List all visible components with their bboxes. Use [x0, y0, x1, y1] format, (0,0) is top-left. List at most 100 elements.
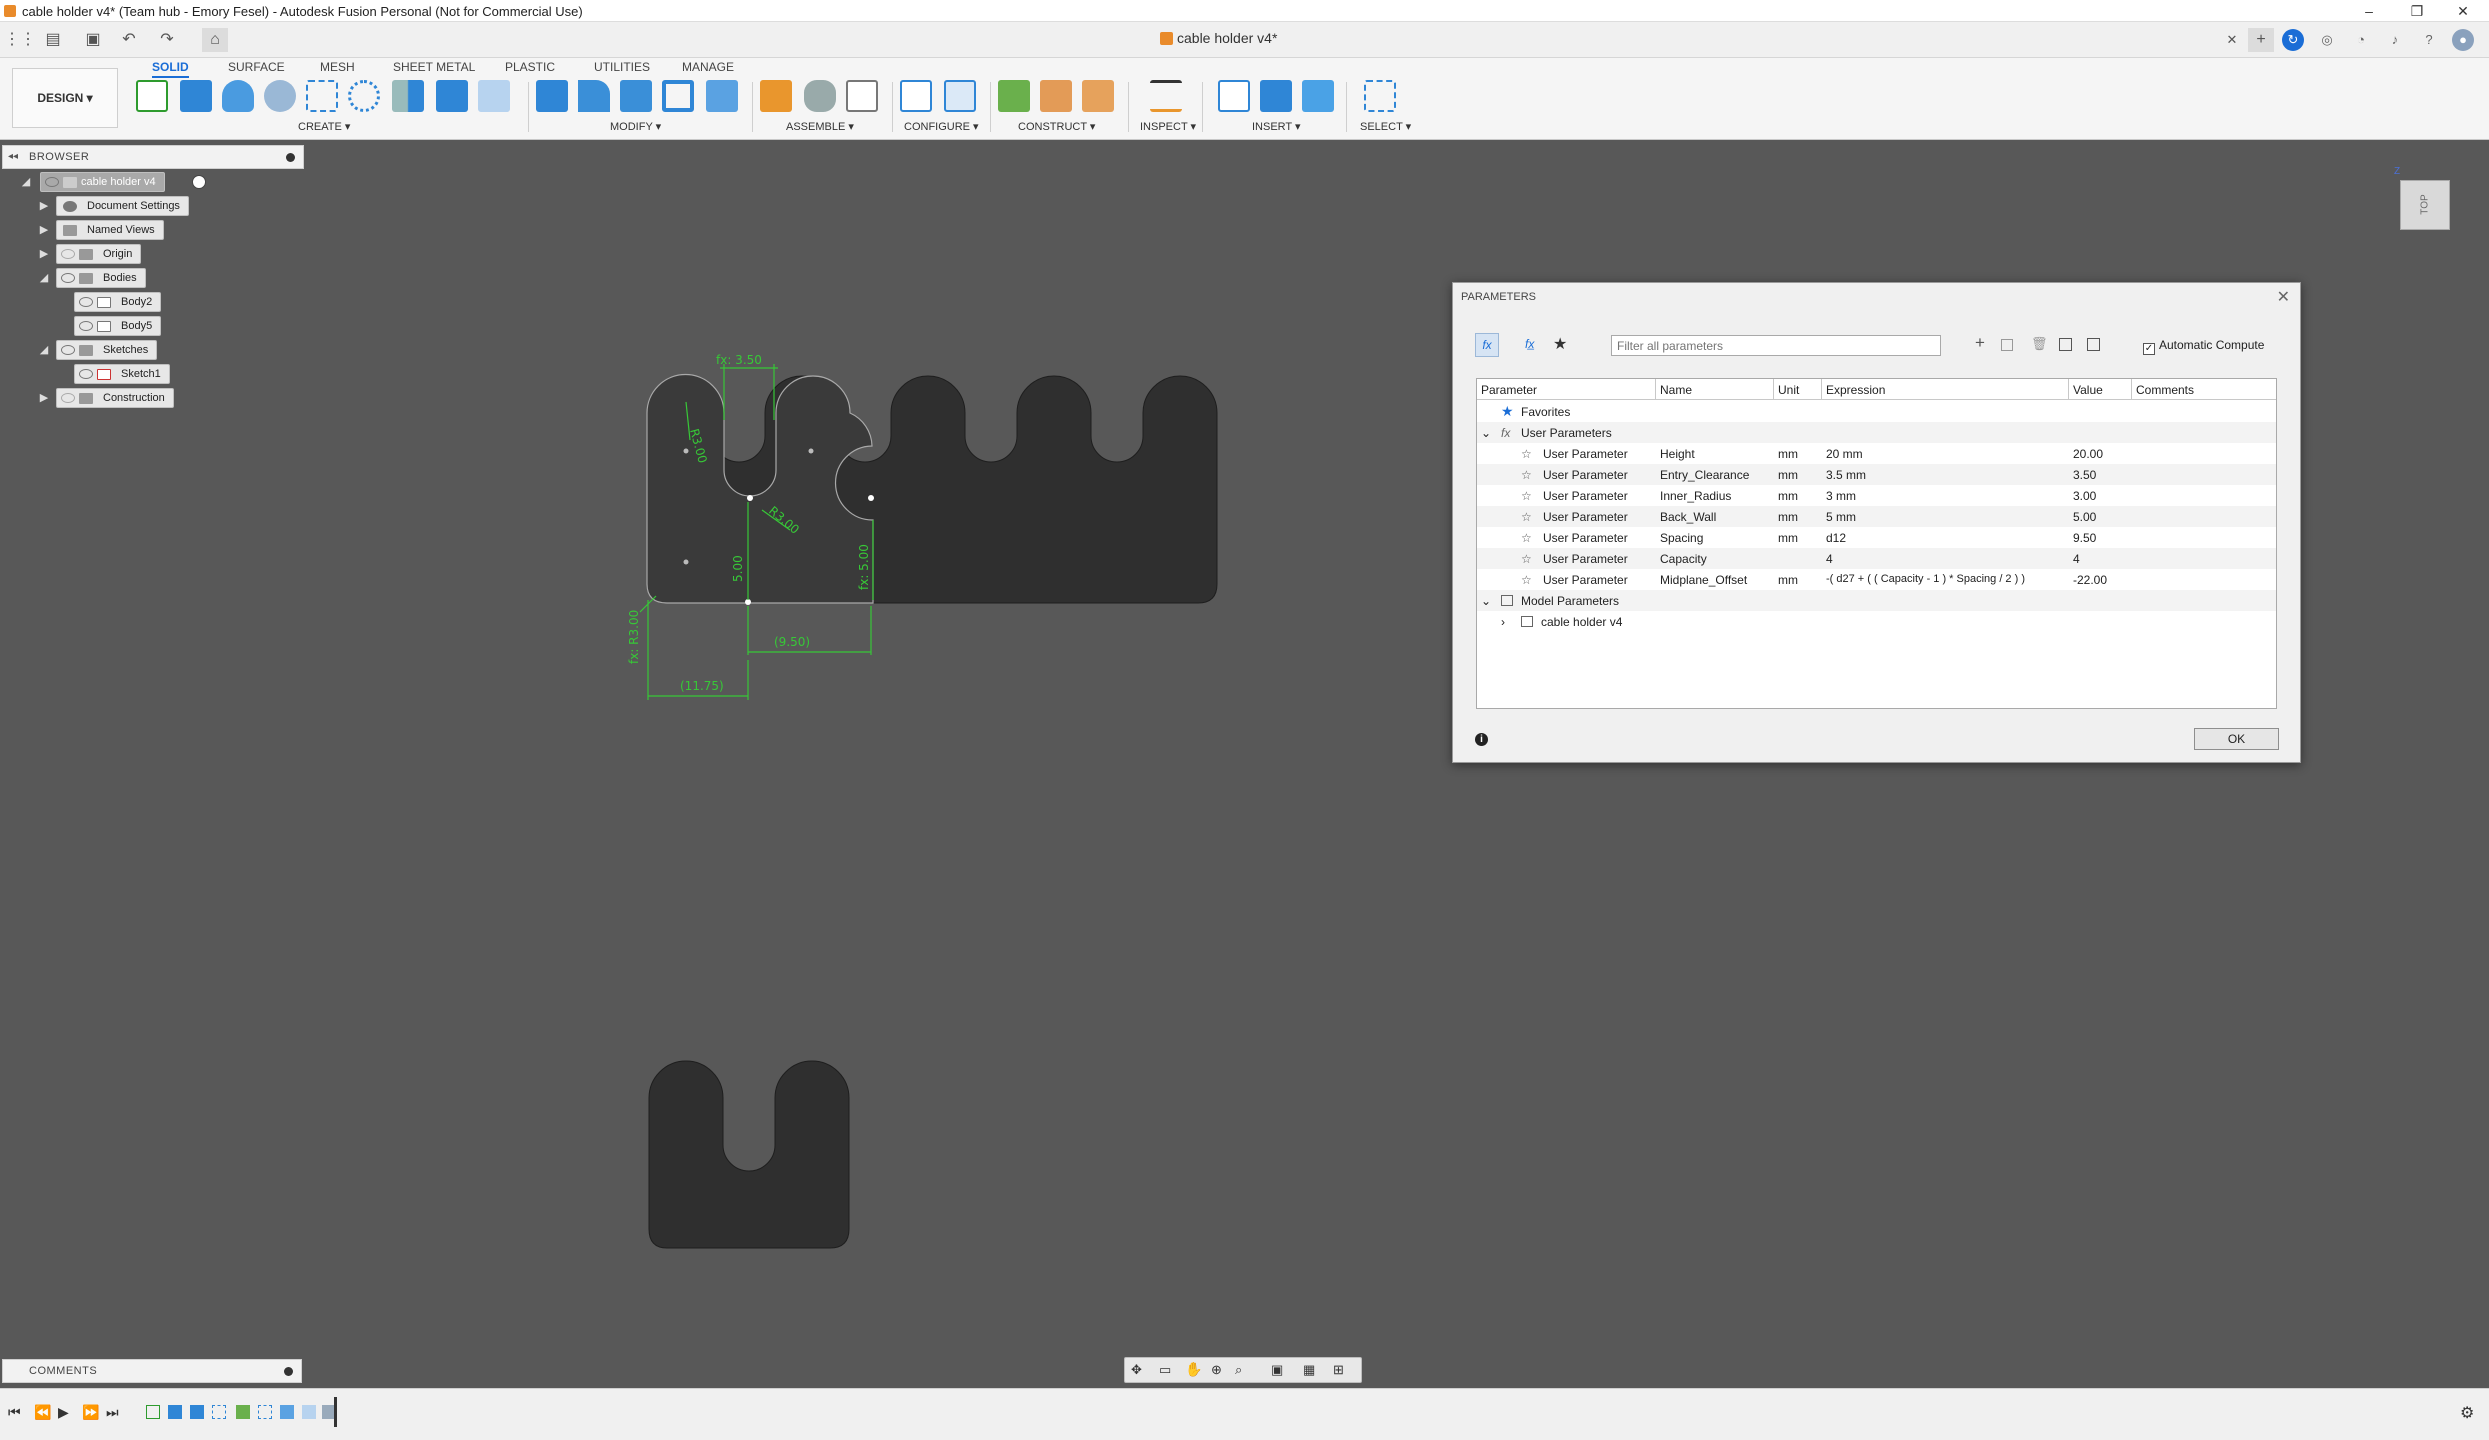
- expand-arrow-icon[interactable]: ▶: [38, 247, 50, 261]
- look-at-icon[interactable]: ▭: [1159, 1362, 1171, 1378]
- dim-entry-clearance[interactable]: fx: 3.50: [716, 353, 762, 367]
- timeline-feature-move[interactable]: [258, 1405, 272, 1419]
- as-built-joint-icon[interactable]: [846, 80, 878, 112]
- tab-utilities[interactable]: UTILITIES: [594, 60, 650, 74]
- visibility-eye-icon[interactable]: [45, 177, 59, 187]
- workspace-switcher[interactable]: DESIGN ▾: [12, 68, 118, 128]
- construct-group-label[interactable]: CONSTRUCT ▾: [1018, 120, 1095, 133]
- file-menu-icon[interactable]: ▤: [40, 28, 66, 52]
- sketch-point[interactable]: [808, 448, 814, 454]
- parameter-expression[interactable]: 5 mm: [1826, 510, 1856, 524]
- tab-close-icon[interactable]: ✕: [2219, 28, 2245, 52]
- fit-icon[interactable]: ⌕: [1235, 1362, 1242, 1378]
- parameter-row[interactable]: ☆ User Parameter Inner_Radius mm 3 mm 3.…: [1477, 485, 2276, 506]
- panel-pin-icon[interactable]: [286, 153, 295, 162]
- rectangular-pattern-icon[interactable]: [306, 80, 338, 112]
- collapse-arrow-icon[interactable]: ◢: [20, 175, 32, 189]
- grid-settings-icon[interactable]: ▦: [1303, 1362, 1315, 1378]
- favorite-star-icon[interactable]: ☆: [1521, 552, 1532, 566]
- go-to-start-icon[interactable]: ⏮: [8, 1404, 21, 1421]
- tab-surface[interactable]: SURFACE: [228, 60, 285, 74]
- timeline-feature-split[interactable]: [236, 1405, 250, 1419]
- go-to-end-icon[interactable]: ⏭: [106, 1404, 119, 1421]
- parameter-unit[interactable]: mm: [1778, 531, 1798, 545]
- parameter-row[interactable]: ☆ User Parameter Entry_Clearance mm 3.5 …: [1477, 464, 2276, 485]
- browser-panel-header[interactable]: ◂◂ BROWSER: [2, 145, 304, 169]
- close-button[interactable]: ✕: [2440, 0, 2486, 22]
- timeline-feature-mirror[interactable]: [280, 1405, 294, 1419]
- visibility-eye-icon[interactable]: [61, 249, 75, 259]
- parameter-expression[interactable]: d12: [1826, 531, 1846, 545]
- visibility-eye-icon[interactable]: [79, 369, 93, 379]
- minimize-button[interactable]: –: [2346, 0, 2392, 22]
- favorite-star-icon[interactable]: ☆: [1521, 468, 1532, 482]
- model-parameters-group-row[interactable]: ⌄ Model Parameters: [1477, 590, 2276, 611]
- help-icon[interactable]: ?: [2418, 29, 2440, 51]
- parameter-name[interactable]: Midplane_Offset: [1660, 573, 1747, 587]
- parameter-name[interactable]: Inner_Radius: [1660, 489, 1731, 503]
- parameter-expression[interactable]: 20 mm: [1826, 447, 1863, 461]
- automatic-compute-checkbox[interactable]: ✓ Automatic Compute: [2143, 338, 2264, 355]
- ok-button[interactable]: OK: [2194, 728, 2279, 750]
- column-header-comments[interactable]: Comments: [2132, 379, 2276, 400]
- parameter-name[interactable]: Height: [1660, 447, 1695, 461]
- construct-plane-icon[interactable]: [478, 80, 510, 112]
- parameter-name[interactable]: Capacity: [1660, 552, 1707, 566]
- collapse-arrow-icon[interactable]: ◢: [38, 343, 50, 357]
- configuration-table-icon[interactable]: [944, 80, 976, 112]
- parameter-unit[interactable]: mm: [1778, 510, 1798, 524]
- parameter-unit[interactable]: mm: [1778, 573, 1798, 587]
- timeline-feature-pattern[interactable]: [212, 1405, 226, 1419]
- inspect-group-label[interactable]: INSPECT ▾: [1140, 120, 1196, 133]
- collapse-panel-icon[interactable]: ◂◂: [8, 151, 18, 162]
- offset-plane-icon[interactable]: [998, 80, 1030, 112]
- modify-group-label[interactable]: MODIFY ▾: [610, 120, 661, 133]
- dim-back-wall-fx[interactable]: fx: 5.00: [857, 544, 871, 590]
- parameter-unit[interactable]: mm: [1778, 489, 1798, 503]
- shell-icon[interactable]: [662, 80, 694, 112]
- parameter-name[interactable]: Entry_Clearance: [1660, 468, 1749, 482]
- new-component-icon[interactable]: [760, 80, 792, 112]
- parameter-expression[interactable]: 3.5 mm: [1826, 468, 1866, 482]
- column-header-value[interactable]: Value: [2069, 379, 2132, 400]
- favorite-star-icon[interactable]: ☆: [1521, 489, 1532, 503]
- dialog-close-icon[interactable]: ✕: [2277, 287, 2290, 307]
- parameter-unit[interactable]: mm: [1778, 468, 1798, 482]
- configure-group-label[interactable]: CONFIGURE ▾: [904, 120, 979, 133]
- box-icon[interactable]: [436, 80, 468, 112]
- model-child-row[interactable]: › cable holder v4: [1477, 611, 2276, 632]
- play-icon[interactable]: ▶: [58, 1404, 69, 1421]
- timeline-settings-icon[interactable]: ⚙: [2460, 1403, 2474, 1423]
- parameter-unit[interactable]: mm: [1778, 447, 1798, 461]
- save-icon[interactable]: ▣: [80, 28, 106, 52]
- dim-offset[interactable]: (11.75): [680, 679, 724, 693]
- dim-corner-radius[interactable]: fx: R3.00: [627, 610, 641, 664]
- measure-icon[interactable]: [1150, 80, 1182, 112]
- viewcube-face-label[interactable]: TOP: [2420, 194, 2431, 214]
- column-header-name[interactable]: Name: [1656, 379, 1774, 400]
- notifications-icon[interactable]: ♪: [2384, 29, 2406, 51]
- add-parameter-icon[interactable]: +: [1975, 333, 1985, 353]
- plane-at-angle-icon[interactable]: [1040, 80, 1072, 112]
- create-sketch-icon[interactable]: [136, 80, 168, 112]
- extensions-icon[interactable]: ↻: [2282, 29, 2304, 51]
- insert-canvas-icon[interactable]: [1302, 80, 1334, 112]
- redo-icon[interactable]: ↷: [154, 28, 180, 52]
- parameter-expression[interactable]: 3 mm: [1826, 489, 1856, 503]
- parameter-search-input[interactable]: [1611, 335, 1941, 356]
- parameter-row[interactable]: ☆ User Parameter Capacity 4 4: [1477, 548, 2276, 569]
- insert-mesh-icon[interactable]: [1260, 80, 1292, 112]
- parameter-row[interactable]: ☆ User Parameter Spacing mm d12 9.50: [1477, 527, 2276, 548]
- checkbox-check-icon[interactable]: ✓: [2143, 343, 2155, 355]
- document-tab[interactable]: cable holder v4*: [1160, 30, 1277, 46]
- favorite-star-icon[interactable]: ☆: [1521, 573, 1532, 587]
- extrude-icon[interactable]: [180, 80, 212, 112]
- tab-sheet-metal[interactable]: SHEET METAL: [393, 60, 475, 74]
- timeline-feature-extrude[interactable]: [190, 1405, 204, 1419]
- dim-spacing[interactable]: (9.50): [774, 635, 810, 649]
- online-status-icon[interactable]: ◎: [2316, 29, 2338, 51]
- timeline-feature-extrude[interactable]: [168, 1405, 182, 1419]
- parameter-row[interactable]: ☆ User Parameter Midplane_Offset mm -( d…: [1477, 569, 2276, 590]
- collapse-arrow-icon[interactable]: ◢: [38, 271, 50, 285]
- sketch-point[interactable]: [683, 448, 689, 454]
